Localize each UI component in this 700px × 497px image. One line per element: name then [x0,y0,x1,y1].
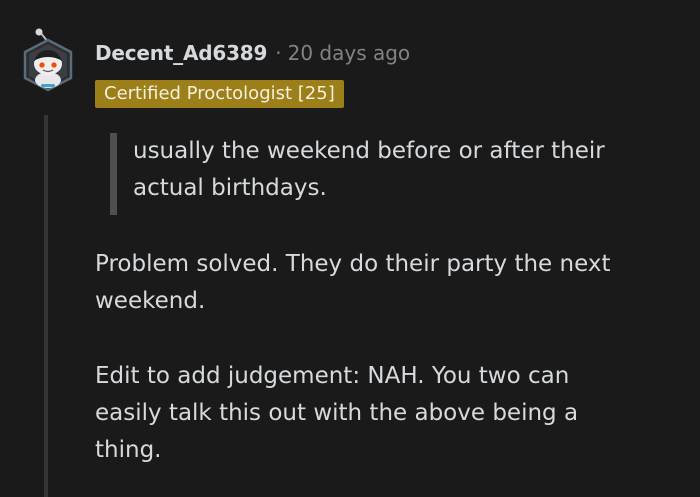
thread-collapse-line[interactable] [44,115,48,497]
paragraph-line: Problem solved. They do their party the … [95,251,611,277]
snoo-avatar-icon [23,28,73,92]
comment-meta: Decent_Ad6389 · 20 days ago [95,38,410,68]
user-flair-badge: Certified Proctologist [25] [95,80,344,108]
quote-text: usually the weekend before or after thei… [133,133,688,207]
quote-bar [110,133,117,215]
user-avatar[interactable] [20,28,76,96]
comment: Decent_Ad6389 · 20 days ago Certified Pr… [0,0,700,497]
meta-separator: · [275,41,282,65]
comment-paragraph: Edit to add judgement: NAH. You two can … [95,358,690,469]
paragraph-line: weekend. [95,288,206,314]
paragraph-line: thing. [95,437,162,463]
quote-line: usually the weekend before or after thei… [133,138,605,164]
comment-paragraph: Problem solved. They do their party the … [95,246,690,320]
paragraph-line: easily talk this out with the above bein… [95,400,579,426]
paragraph-line: Edit to add judgement: NAH. You two can [95,363,570,389]
timestamp-link[interactable]: 20 days ago [288,41,411,65]
quote-line: actual birthdays. [133,175,327,201]
username-link[interactable]: Decent_Ad6389 [95,41,267,65]
